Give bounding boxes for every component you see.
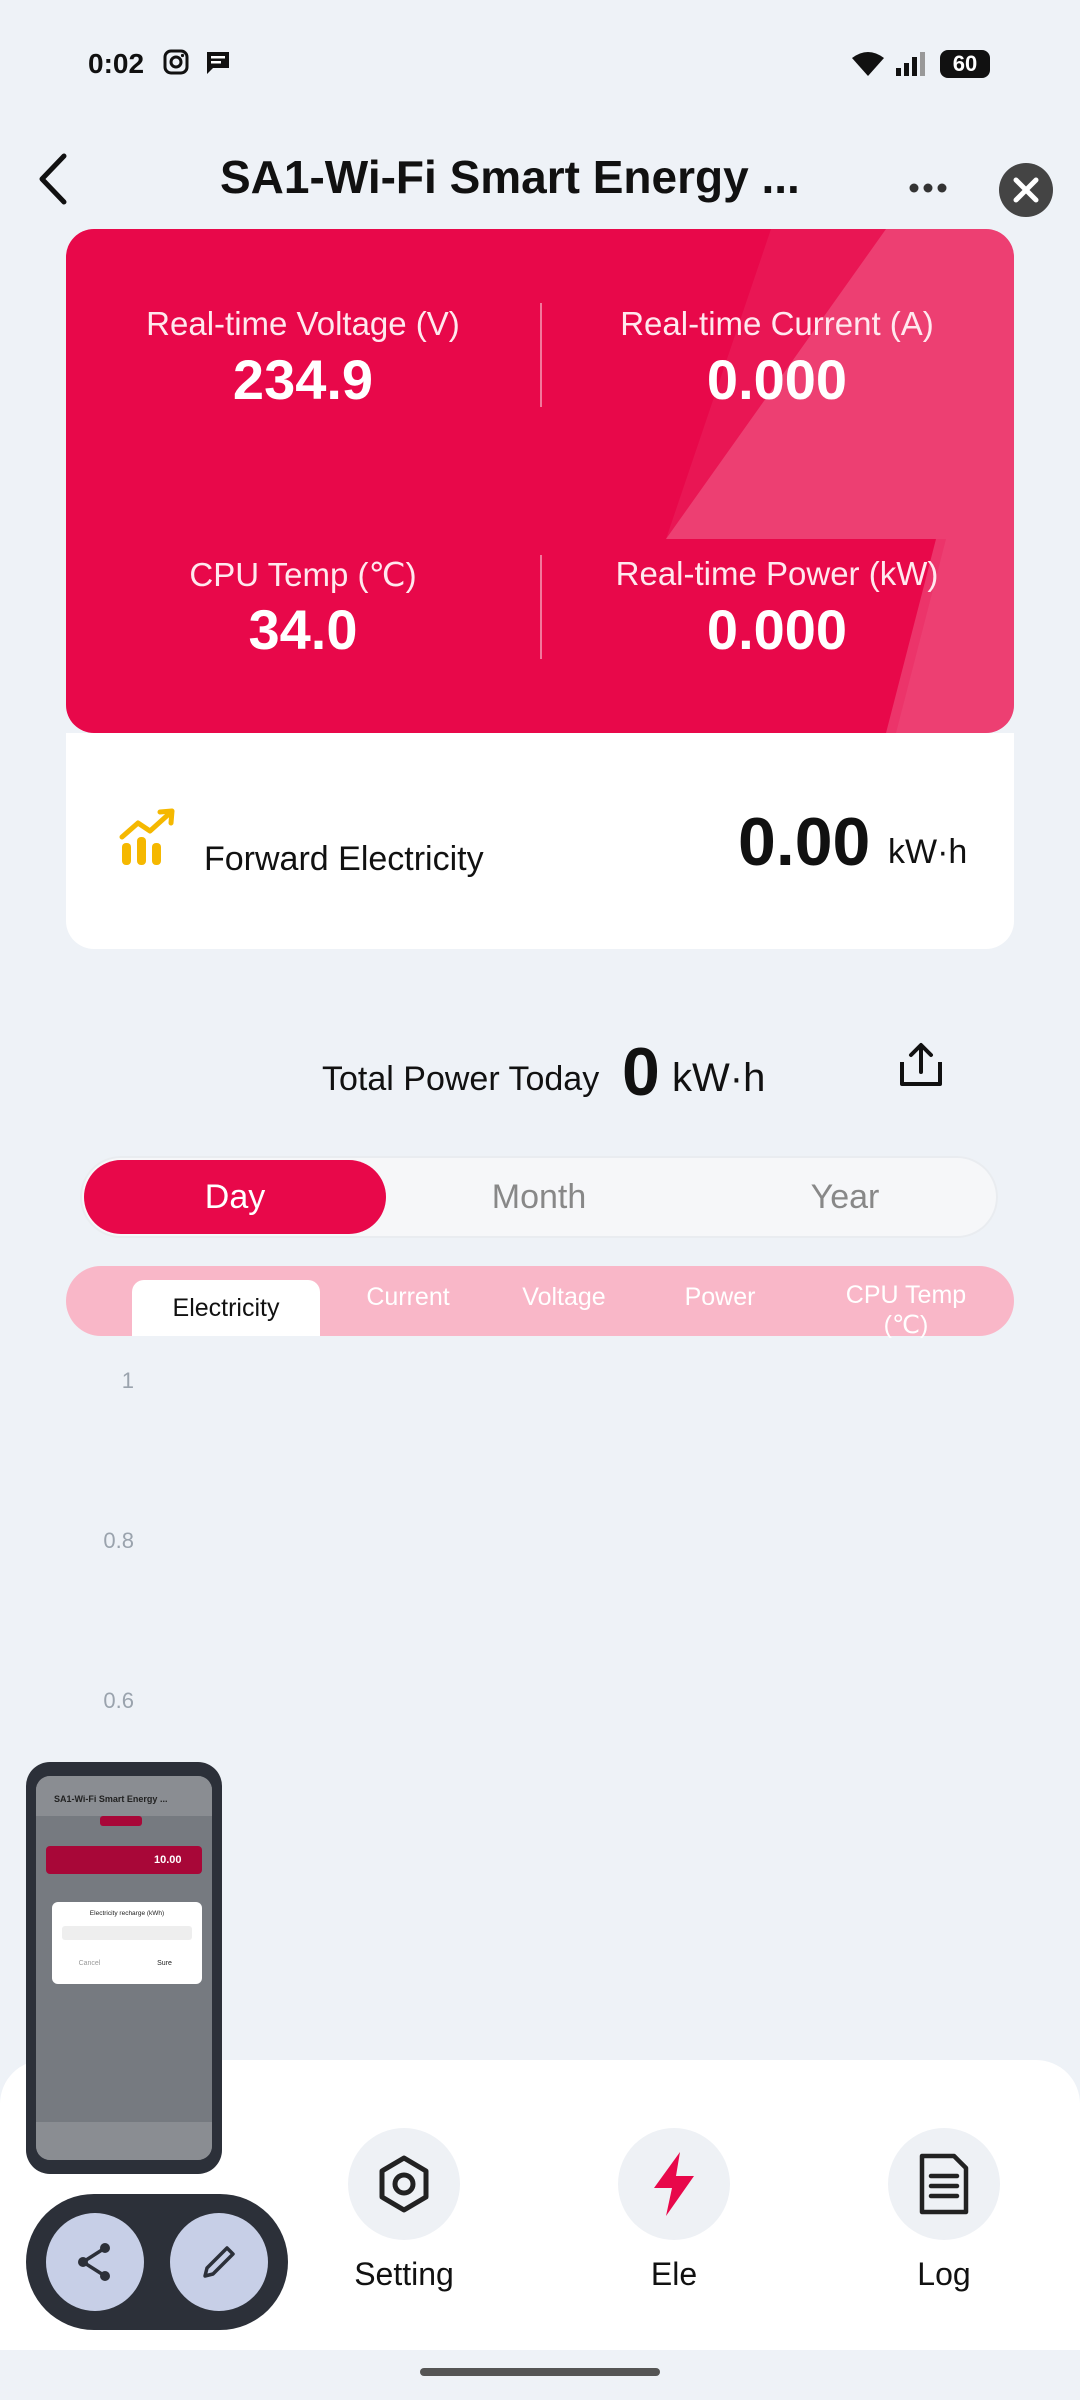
total-power-today-value: 0 [622, 1034, 660, 1110]
close-icon[interactable] [998, 162, 1054, 218]
total-power-today-unit: kW·h [672, 1056, 766, 1100]
metric-divider [540, 303, 542, 407]
voltage-value: 234.9 [232, 348, 374, 411]
share-icon [78, 2243, 110, 2281]
current-value: 0.000 [706, 348, 848, 411]
power-label: Real-time Power (kW) [615, 555, 939, 592]
period-segment-control: Day Month Year [80, 1156, 998, 1238]
forward-electricity-label: Forward Electricity [204, 840, 484, 878]
metric-subtabs: Electricity Current Voltage Power CPU Te… [66, 1266, 1014, 1339]
back-arrow-icon[interactable] [34, 152, 74, 206]
nav-setting-label: Setting [354, 2256, 454, 2292]
status-bar: 0:02 60 [0, 0, 1080, 130]
share-button[interactable] [46, 2213, 144, 2311]
y-tick-label: 1 [121, 1368, 134, 1393]
y-tick-label: 0.8 [103, 1528, 134, 1553]
metric-divider [540, 555, 542, 659]
subtab-cpu-temp[interactable]: CPU Temp (℃) [806, 1266, 1006, 1339]
forward-electricity-card: Forward Electricity 0.00 kW·h [66, 733, 1014, 949]
total-power-today-label: Total Power Today [322, 1060, 600, 1098]
home-indicator[interactable] [420, 2368, 660, 2376]
thumbnail-dialog-title: Electricity recharge (kWh) [89, 1910, 165, 1917]
forward-electricity-unit: kW·h [888, 833, 968, 871]
message-icon [207, 52, 229, 74]
nav-ele-label: Ele [650, 2256, 698, 2292]
ele-button[interactable] [618, 2128, 730, 2240]
cpu-temp-label: CPU Temp (℃) [189, 556, 417, 593]
thumbnail-title: SA1-Wi-Fi Smart Energy ... [54, 1794, 168, 1804]
y-tick-label: 0.6 [103, 1688, 134, 1713]
more-icon[interactable] [908, 180, 948, 196]
tab-day[interactable]: Day [84, 1160, 386, 1234]
thumbnail-dialog-input [62, 1926, 192, 1940]
current-label: Real-time Current (A) [620, 305, 934, 342]
cpu-temp-value: 34.0 [248, 598, 358, 661]
pencil-icon [203, 2246, 235, 2278]
realtime-metrics-card: Real-time Voltage (V) 234.9 Real-time Cu… [66, 229, 1014, 733]
chart-trend-icon [119, 808, 175, 865]
thumbnail-bottom-nav [36, 2122, 212, 2160]
tab-year[interactable]: Year [692, 1156, 998, 1238]
status-time: 0:02 [88, 48, 145, 79]
nav-log-label: Log [917, 2256, 971, 2292]
edit-button[interactable] [170, 2213, 268, 2311]
thumbnail-preview: SA1-Wi-Fi Smart Energy ... 10.00 Electri… [36, 1776, 212, 2160]
subtab-power[interactable]: Power [650, 1266, 790, 1336]
voltage-label: Real-time Voltage (V) [146, 305, 460, 342]
thumbnail-dialog-cancel: Cancel [78, 1960, 101, 1967]
wifi-icon [852, 52, 884, 76]
settings-hex-icon [379, 2155, 429, 2213]
instagram-icon [163, 49, 189, 75]
screenshot-thumbnail[interactable]: SA1-Wi-Fi Smart Energy ... 10.00 Electri… [26, 1762, 222, 2174]
log-button[interactable] [888, 2128, 1000, 2240]
thumbnail-dialog: Electricity recharge (kWh) Cancel Sure [52, 1902, 202, 1984]
setting-button[interactable] [348, 2128, 460, 2240]
forward-electricity-value: 0.00 [738, 804, 871, 880]
thumbnail-value: 10.00 [154, 1854, 182, 1866]
share-export-icon[interactable] [896, 1040, 946, 1090]
subtab-electricity[interactable]: Electricity [132, 1280, 320, 1336]
screenshot-actions [26, 2194, 288, 2330]
thumbnail-active-tab [100, 1816, 142, 1826]
lightning-icon [654, 2152, 694, 2216]
power-value: 0.000 [706, 598, 848, 661]
document-log-icon [919, 2153, 969, 2215]
tab-month[interactable]: Month [386, 1156, 692, 1238]
signal-icon [896, 52, 925, 76]
page-title: SA1-Wi-Fi Smart Energy ... [220, 151, 800, 203]
subtab-voltage[interactable]: Voltage [494, 1266, 634, 1336]
thumbnail-dialog-sure: Sure [157, 1960, 172, 1967]
subtab-current[interactable]: Current [338, 1266, 478, 1336]
battery-icon: 60 [940, 50, 990, 78]
